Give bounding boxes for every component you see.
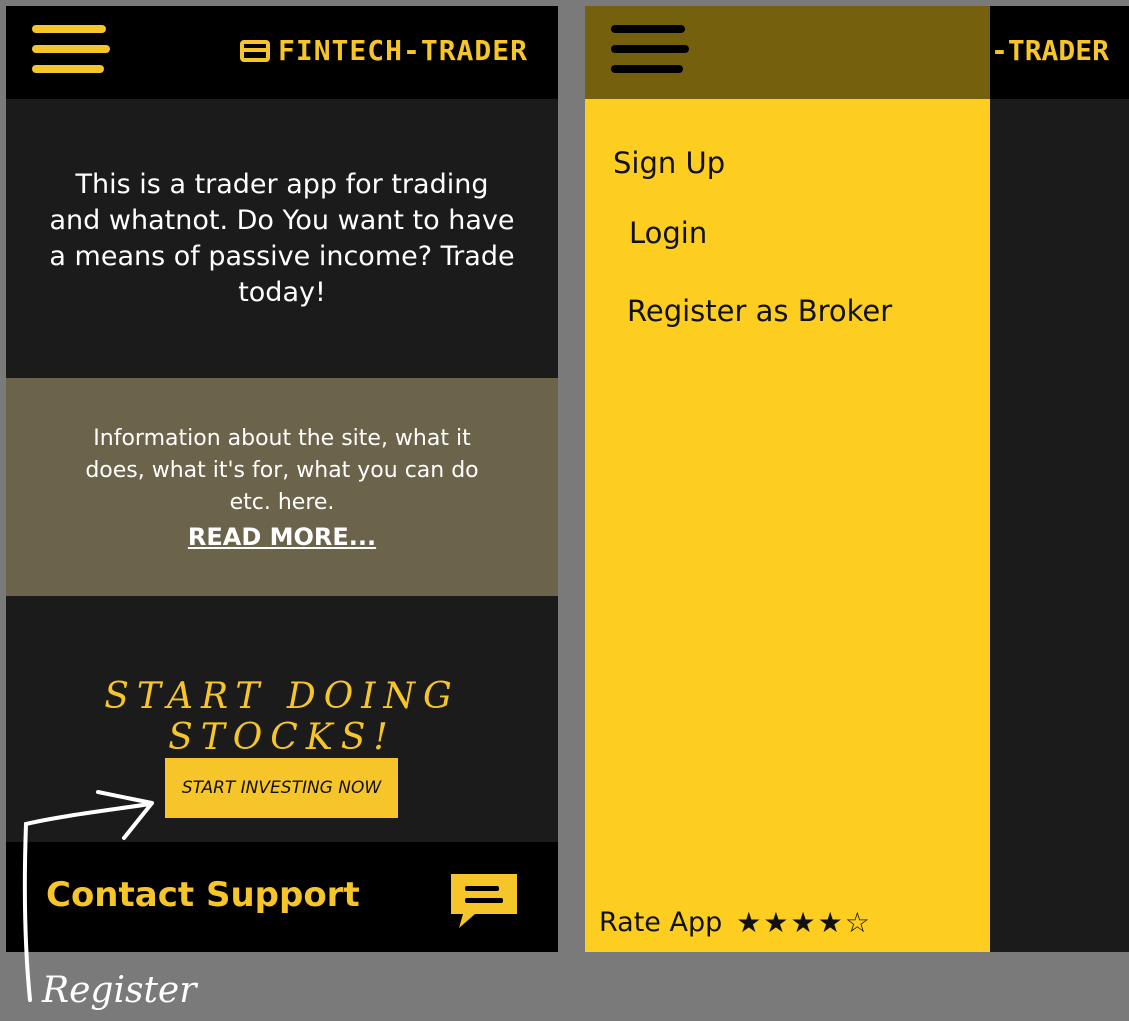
cta-heading: START DOING STOCKS!	[104, 676, 460, 758]
brand-title-partial: -TRADER	[990, 34, 1109, 67]
rate-app-label: Rate App	[599, 907, 723, 938]
brand-title: FINTECH-TRADER	[277, 34, 528, 67]
info-section: Information about the site, what it does…	[6, 378, 558, 596]
star-icon[interactable]: ★	[790, 906, 815, 939]
info-text: Information about the site, what it does…	[85, 426, 479, 515]
contact-support-link[interactable]: Contact Support	[46, 875, 360, 915]
hamburger-menu-icon[interactable]	[611, 21, 689, 79]
star-icon[interactable]: ★	[818, 906, 843, 939]
card-icon	[239, 39, 270, 62]
app-header: FINTECH-TRADER	[6, 6, 558, 99]
hero-text: This is a trader app for trading and wha…	[49, 169, 515, 308]
start-investing-button[interactable]: START INVESTING NOW	[165, 758, 398, 818]
footer: Contact Support	[6, 842, 558, 952]
menu-item-register-broker[interactable]: Register as Broker	[627, 294, 892, 328]
hero-section: This is a trader app for trading and wha…	[6, 99, 558, 379]
home-screen: FINTECH-TRADER This is a trader app for …	[6, 6, 558, 952]
brand[interactable]: FINTECH-TRADER	[239, 34, 528, 67]
side-drawer: Sign Up Login Register as Broker Rate Ap…	[585, 6, 990, 952]
read-more-link[interactable]: READ MORE...	[188, 523, 376, 551]
menu-item-sign-up[interactable]: Sign Up	[613, 146, 725, 180]
register-annotation: Register	[42, 970, 197, 1011]
chat-icon[interactable]	[447, 870, 521, 930]
star-icon[interactable]: ☆	[845, 906, 870, 939]
star-icon[interactable]: ★	[763, 906, 788, 939]
drawer-header	[585, 6, 990, 99]
rate-app: Rate App ★ ★ ★ ★ ☆	[599, 906, 870, 939]
star-icon[interactable]: ★	[736, 906, 761, 939]
menu-screen: -TRADER Sign Up Login Register as Broker…	[585, 6, 1129, 952]
menu-item-login[interactable]: Login	[629, 216, 707, 250]
rating-stars: ★ ★ ★ ★ ☆	[736, 906, 870, 939]
hamburger-menu-icon[interactable]	[32, 21, 110, 79]
